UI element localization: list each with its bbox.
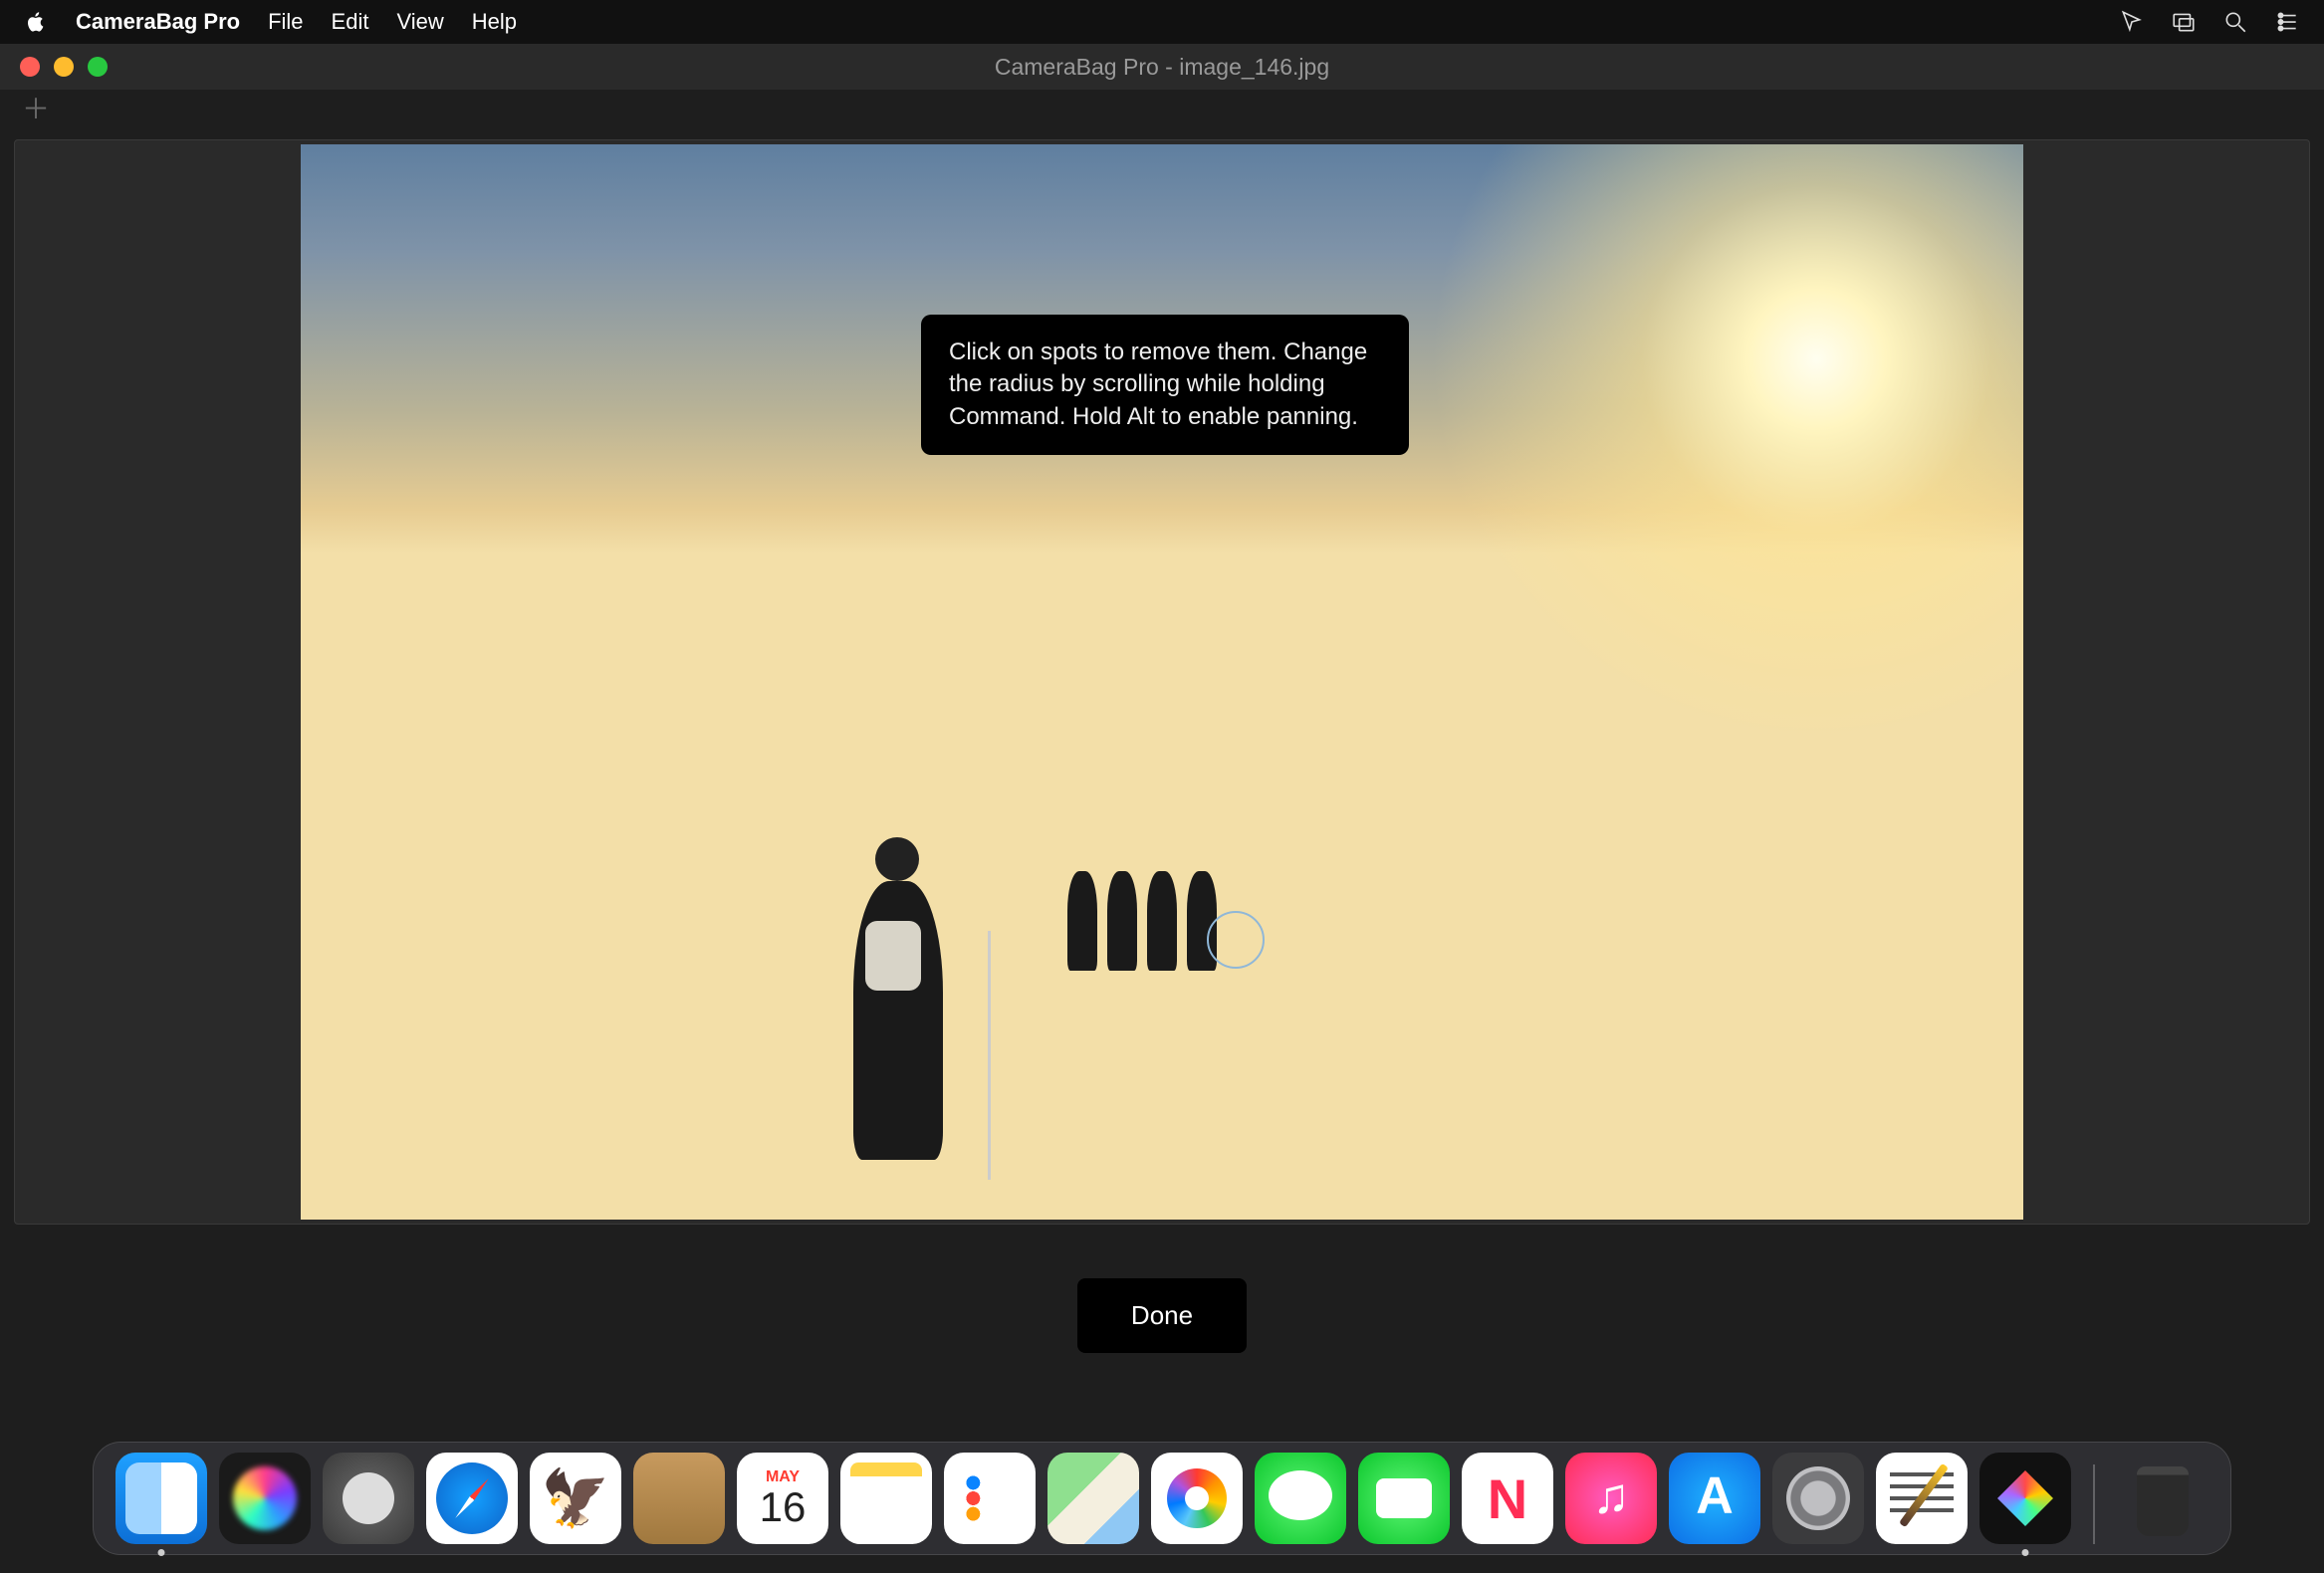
apple-logo-icon[interactable] xyxy=(24,10,48,34)
window-close-button[interactable] xyxy=(20,57,40,77)
calendar-day-label: 16 xyxy=(760,1486,807,1528)
dock-camerabag-icon[interactable] xyxy=(1979,1453,2071,1544)
dock-contacts-icon[interactable] xyxy=(633,1453,725,1544)
menubar-view[interactable]: View xyxy=(396,9,443,35)
dock-system-preferences-icon[interactable] xyxy=(1772,1453,1864,1544)
dock-textedit-icon[interactable] xyxy=(1876,1453,1968,1544)
dock-music-icon[interactable] xyxy=(1565,1453,1657,1544)
dock-notes-icon[interactable] xyxy=(840,1453,932,1544)
photo-subject-hiker xyxy=(853,881,943,1160)
action-bar: Done xyxy=(0,1278,2324,1353)
window-zoom-button[interactable] xyxy=(88,57,108,77)
photo-subject-hiker-small xyxy=(1067,871,1097,971)
dock-messages-icon[interactable] xyxy=(1255,1453,1346,1544)
cursor-status-icon[interactable] xyxy=(2119,9,2145,35)
image-canvas[interactable] xyxy=(301,144,2023,1220)
spotlight-search-icon[interactable] xyxy=(2222,9,2248,35)
done-button[interactable]: Done xyxy=(1077,1278,1247,1353)
dock-facetime-icon[interactable] xyxy=(1358,1453,1450,1544)
traffic-lights xyxy=(20,57,108,77)
dock-maps-icon[interactable] xyxy=(1047,1453,1139,1544)
dock-appstore-icon[interactable] xyxy=(1669,1453,1760,1544)
dock-safari-icon[interactable] xyxy=(426,1453,518,1544)
window-title: CameraBag Pro - image_146.jpg xyxy=(0,54,2324,81)
edited-photo xyxy=(301,144,2023,1220)
dock-calendar-icon[interactable]: MAY 16 xyxy=(737,1453,828,1544)
heal-tool-tooltip: Click on spots to remove them. Change th… xyxy=(921,315,1409,455)
photo-subject-pole xyxy=(988,931,991,1180)
tooltip-text: Click on spots to remove them. Change th… xyxy=(949,338,1367,430)
dock-separator xyxy=(2093,1464,2095,1544)
window-titlebar: CameraBag Pro - image_146.jpg xyxy=(0,44,2324,90)
menubar-file[interactable]: File xyxy=(268,9,303,35)
photo-subject-hiker-small xyxy=(1147,871,1177,971)
dock-reminders-icon[interactable] xyxy=(944,1453,1036,1544)
heal-brush-cursor-icon xyxy=(1207,911,1265,969)
system-menubar: CameraBag Pro File Edit View Help xyxy=(0,0,2324,44)
control-center-icon[interactable] xyxy=(2274,9,2300,35)
dock-finder-icon[interactable] xyxy=(116,1453,207,1544)
tab-bar: ＋ xyxy=(0,90,2324,129)
dock-siri-icon[interactable] xyxy=(219,1453,311,1544)
screen-mirroring-icon[interactable] xyxy=(2171,9,2197,35)
image-canvas-frame: Click on spots to remove them. Change th… xyxy=(14,139,2310,1225)
dock-launchpad-icon[interactable] xyxy=(323,1453,414,1544)
dock: 🦅 MAY 16 xyxy=(93,1442,2231,1555)
dock-mail-icon[interactable]: 🦅 xyxy=(530,1453,621,1544)
add-tab-button[interactable]: ＋ xyxy=(22,96,50,123)
menubar-app-name[interactable]: CameraBag Pro xyxy=(76,9,240,35)
dock-trash-icon[interactable] xyxy=(2117,1453,2208,1544)
menubar-help[interactable]: Help xyxy=(472,9,517,35)
dock-photos-icon[interactable] xyxy=(1151,1453,1243,1544)
window-minimize-button[interactable] xyxy=(54,57,74,77)
menubar-edit[interactable]: Edit xyxy=(332,9,369,35)
dock-news-icon[interactable] xyxy=(1462,1453,1553,1544)
photo-subject-hiker-small xyxy=(1107,871,1137,971)
